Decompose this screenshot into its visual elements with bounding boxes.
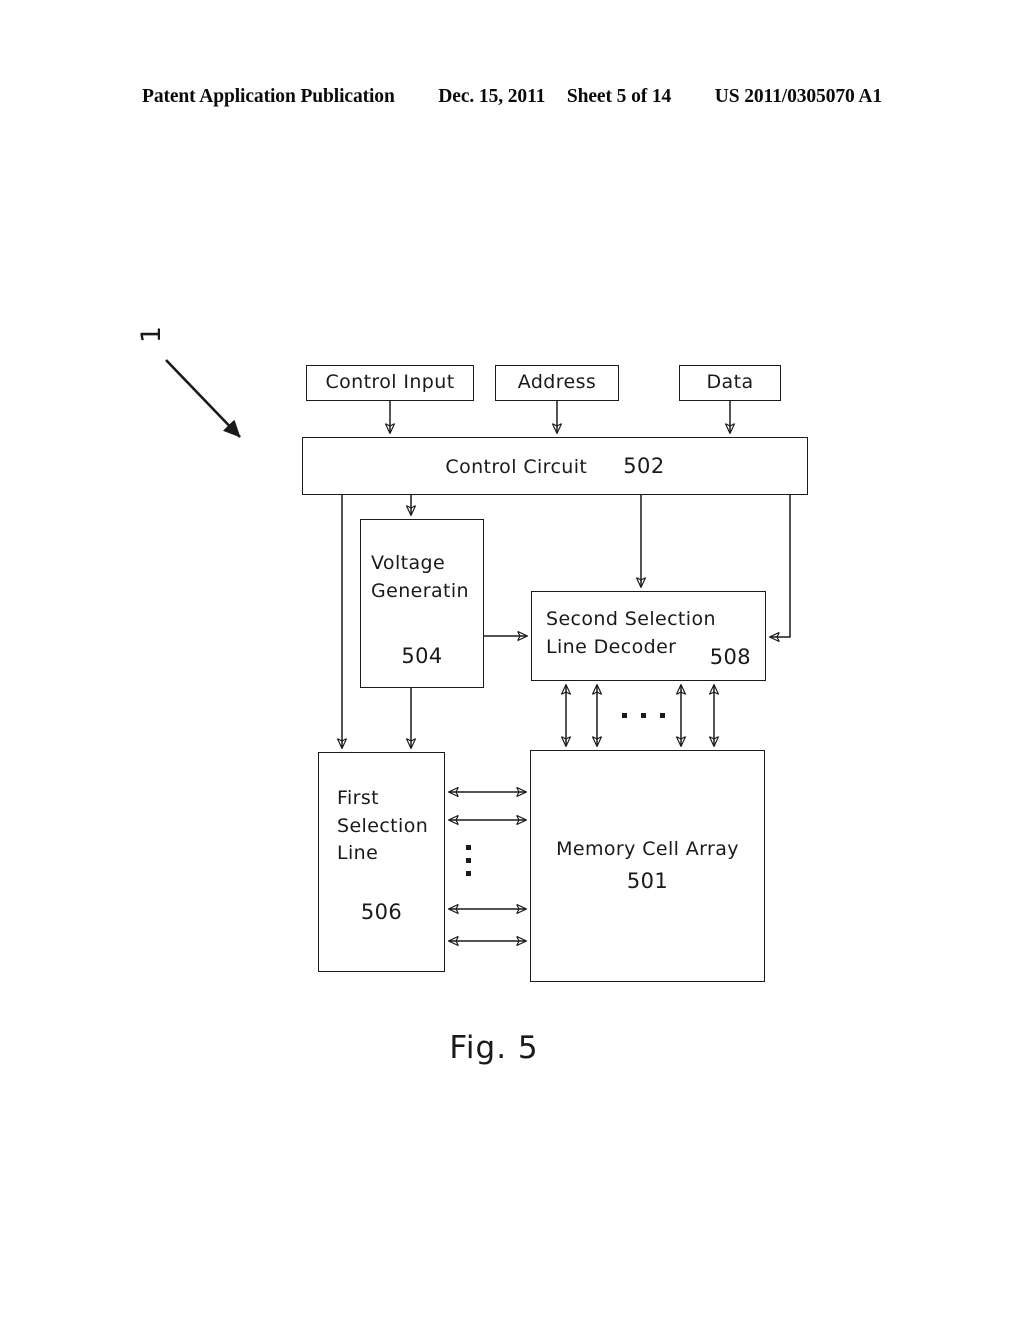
block-first-selection-line: First Selection Line 506 — [318, 752, 445, 972]
ellipsis-dot — [641, 713, 646, 718]
ellipsis-dot — [466, 845, 471, 850]
ellipsis-decoder-to-array — [622, 713, 665, 718]
figure-caption: Fig. 5 — [0, 1030, 1024, 1066]
ellipsis-dot — [466, 858, 471, 863]
block-second-selection-line-decoder-label-line1: Second Selection — [546, 608, 716, 630]
block-control-input-label: Control Input — [325, 371, 455, 394]
block-second-selection-line-decoder: Second Selection Line Decoder 508 — [531, 591, 766, 681]
block-memory-cell-array-refnum: 501 — [626, 868, 669, 893]
system-ref-leader-arrow — [165, 359, 241, 438]
block-memory-cell-array-label: Memory Cell Array — [556, 838, 739, 860]
block-address: Address — [495, 365, 619, 401]
connector-lines — [165, 359, 791, 1320]
ellipsis-dot — [466, 871, 471, 876]
block-first-selection-line-label-line1: First — [337, 787, 379, 809]
block-memory-cell-array: Memory Cell Array 501 — [530, 750, 765, 982]
system-reference-numeral: 1 — [136, 325, 168, 344]
block-control-circuit-label: Control Circuit — [445, 455, 588, 478]
block-first-selection-line-refnum: 506 — [360, 899, 403, 924]
wire-control-circuit-right-to-second-selection-decoder — [770, 495, 791, 637]
block-data: Data — [679, 365, 781, 401]
ellipsis-dot — [622, 713, 627, 718]
figure-caption-text: Fig. 5 — [449, 1030, 539, 1066]
block-voltage-generation-label-line1: Voltage — [371, 552, 446, 574]
block-first-selection-line-label-line2: Selection — [337, 814, 429, 837]
block-voltage-generation: Voltage Generatin 504 — [360, 519, 484, 688]
block-data-label: Data — [706, 371, 754, 394]
block-control-input: Control Input — [306, 365, 474, 401]
ellipsis-first-selection-line-to-array — [466, 845, 471, 876]
block-first-selection-line-label-line3: Line — [337, 842, 379, 865]
block-control-circuit-refnum: 502 — [623, 453, 665, 478]
block-control-circuit: Control Circuit 502 — [302, 437, 808, 495]
block-voltage-generation-label-line2: Generatin — [371, 579, 469, 602]
block-address-label: Address — [517, 371, 597, 394]
ellipsis-dot — [660, 713, 665, 718]
block-second-selection-line-decoder-refnum: 508 — [709, 644, 751, 669]
block-voltage-generation-refnum: 504 — [401, 643, 443, 668]
patent-figure-5: 1 Control Input Address Data Control Cir… — [0, 0, 1024, 1320]
